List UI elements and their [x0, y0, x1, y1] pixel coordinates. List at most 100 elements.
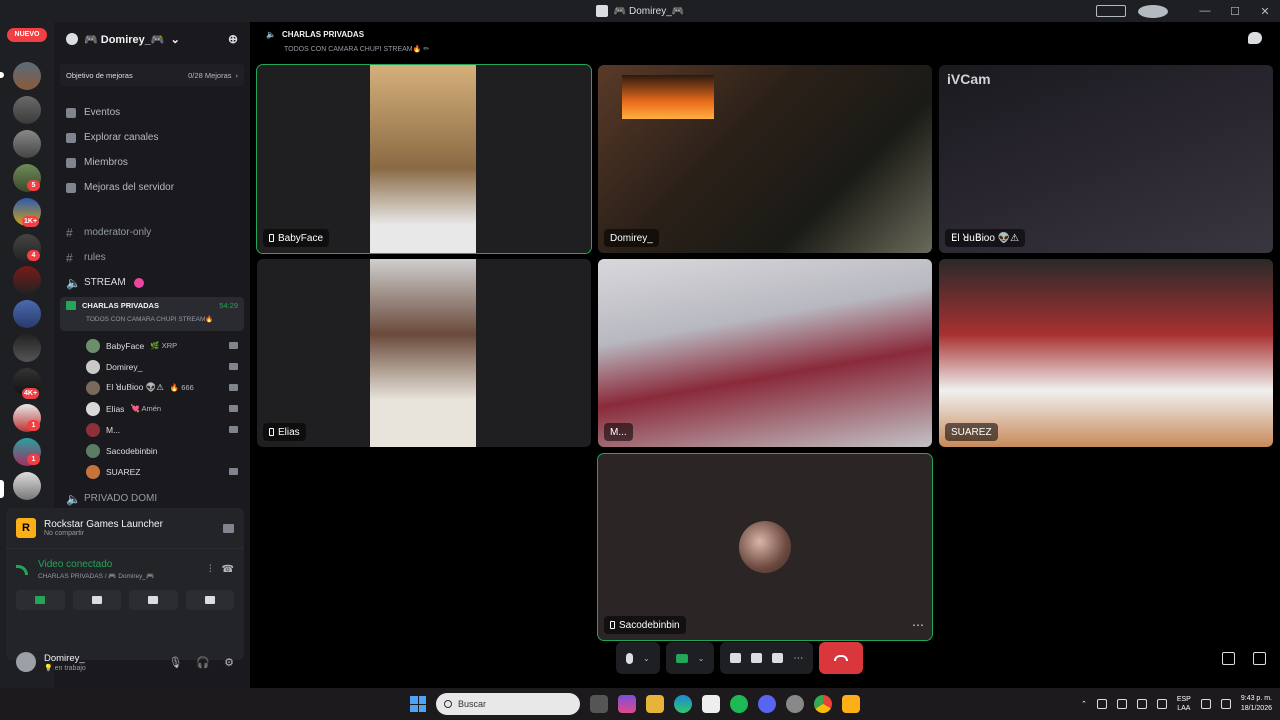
camera-button[interactable] [16, 590, 65, 610]
chevron-down-icon[interactable]: ⌄ [698, 654, 705, 663]
edge-icon[interactable] [674, 695, 692, 713]
add-user-icon[interactable]: ⊕ [228, 32, 238, 46]
share-screen-button[interactable] [72, 590, 121, 610]
spotify-icon[interactable] [730, 695, 748, 713]
voice-member[interactable]: M... [54, 419, 250, 440]
call-controls: ⌄ ⌄ ⋯ [616, 642, 864, 674]
voice-member[interactable]: Sacodebinbin [54, 440, 250, 461]
screen-share-icon[interactable] [730, 653, 742, 663]
video-tile-babyface[interactable]: BabyFace [256, 64, 592, 254]
channel-moderator-only[interactable]: # moderator-only [54, 220, 250, 245]
steam-icon[interactable] [786, 695, 804, 713]
disconnect-icon[interactable]: ☎ [222, 564, 234, 575]
video-tile-sacodebinbin[interactable]: Sacodebinbin ⋯ [597, 453, 933, 641]
tray-icon[interactable] [1096, 699, 1107, 709]
fullscreen-icon[interactable] [1253, 652, 1266, 665]
video-tile-domirey[interactable]: Domirey_ [598, 65, 932, 253]
close-button[interactable]: ✕ [1250, 5, 1280, 18]
soundboard-button[interactable] [185, 590, 234, 610]
gear-icon[interactable]: ⚙ [224, 656, 234, 669]
avatar [86, 464, 100, 479]
taskbar-search[interactable]: Buscar [436, 693, 580, 715]
server-icon-domirey[interactable] [13, 472, 41, 500]
mic-tray-icon[interactable] [1156, 699, 1167, 709]
windows-start-icon[interactable] [410, 696, 426, 712]
voice-member[interactable]: Domirey_ [54, 356, 250, 377]
chevron-up-icon[interactable]: ⌃ [1081, 700, 1087, 708]
network-icon[interactable] [1200, 699, 1211, 709]
voice-member[interactable]: ꓰl ꓤuꓐᎥoo 👽⚠ 🔥 666 [54, 377, 250, 398]
voice-member[interactable]: BabyFace 🌿 XRP [54, 335, 250, 356]
store-icon[interactable] [702, 695, 720, 713]
discord-icon[interactable] [758, 695, 776, 713]
video-tile-m[interactable]: M... [598, 259, 932, 447]
onedrive-icon[interactable] [1116, 699, 1127, 709]
headphones-icon[interactable]: 🎧 [196, 656, 210, 669]
more-options-icon[interactable]: ⋯ [912, 618, 924, 632]
more-icon[interactable]: ⋯ [793, 653, 803, 664]
boost-goal[interactable]: Objetivo de mejoras 0/28 Mejoras › [60, 64, 244, 86]
avatar[interactable] [16, 652, 36, 672]
minimize-button[interactable]: — [1190, 5, 1220, 17]
language-indicator[interactable]: ESP LAA [1177, 695, 1191, 713]
screen-share-icon[interactable] [223, 523, 234, 533]
camera-icon [229, 342, 238, 349]
video-tile-elias[interactable]: Elias [257, 259, 591, 447]
server-icon[interactable] [13, 300, 41, 328]
voice-member[interactable]: SUAREZ [54, 461, 250, 482]
server-icon[interactable] [13, 130, 41, 158]
chevron-down-icon[interactable]: ⌄ [643, 654, 650, 663]
folder-icon[interactable] [646, 695, 664, 713]
menu-label: Mejoras del servidor [84, 182, 175, 193]
channel-label: CHARLAS PRIVADAS [82, 301, 159, 310]
server-icon[interactable] [13, 266, 41, 294]
clock[interactable]: 9:43 p. m. 18/1/2026 [1241, 694, 1272, 714]
server-icon[interactable] [13, 62, 41, 90]
activities-button[interactable] [129, 590, 178, 610]
channel-charlas-privadas[interactable]: CHARLAS PRIVADAS 54:29 TODOS CON CAMARA … [60, 297, 244, 331]
maximize-button[interactable]: ☐ [1220, 5, 1250, 18]
menu-item-explore[interactable]: Explorar canales [54, 125, 250, 150]
chevron-down-icon: ⌄ [170, 33, 180, 46]
speaker-icon: 🔈 [66, 275, 81, 290]
member-name: SUAREZ [106, 466, 141, 477]
camera-icon [229, 384, 238, 391]
chat-icon[interactable] [1248, 32, 1262, 44]
server-icon[interactable] [13, 334, 41, 362]
guild-name: 🎮 Domirey_🎮 [84, 33, 165, 46]
voice-member[interactable]: Elias 💘 Amén [54, 398, 250, 419]
wifi-icon[interactable] [1136, 699, 1147, 709]
voice-panel: R Rockstar Games Launcher No compartir V… [6, 508, 244, 660]
noise-suppression-icon[interactable]: ⫶ [209, 564, 212, 575]
video-tile-suarez[interactable]: SUAREZ [939, 259, 1273, 447]
mic-toggle[interactable]: ⌄ [616, 642, 660, 674]
menu-item-events[interactable]: Eventos [54, 100, 250, 125]
channel-rules[interactable]: # rules [54, 245, 250, 270]
camera-toggle[interactable]: ⌄ [665, 642, 715, 674]
soundboard-icon[interactable] [772, 653, 784, 663]
task-view-icon[interactable] [590, 695, 608, 713]
chrome-icon[interactable] [814, 695, 832, 713]
connection-title: Video conectado [38, 559, 113, 570]
tile-label: BabyFace [263, 229, 330, 247]
pop-out-icon[interactable] [1222, 652, 1235, 665]
menu-item-members[interactable]: Miembros [54, 150, 250, 175]
mic-icon[interactable]: 🎙 [168, 656, 182, 669]
server-icon[interactable] [13, 96, 41, 124]
menu-item-boosts[interactable]: Mejoras del servidor [54, 175, 250, 200]
mention-badge: 1 [27, 454, 40, 465]
volume-icon[interactable] [1220, 699, 1231, 709]
guild-header[interactable]: 🎮 Domirey_🎮 ⌄ ⊕ [54, 22, 250, 56]
chevron-right-icon: › [235, 70, 239, 80]
rockstar-icon[interactable] [842, 695, 860, 713]
avatar [86, 338, 100, 353]
channel-stream[interactable]: 🔈 STREAM [54, 270, 250, 295]
discord-icon [595, 5, 608, 17]
ms365-icon[interactable] [618, 695, 636, 713]
search-icon [444, 700, 452, 708]
activities-icon[interactable] [751, 653, 763, 663]
video-tile-rubioo[interactable]: iVCam ꓰl ꓤuꓐᎥoo 👽⚠ [939, 65, 1273, 253]
help-icon[interactable]: ? [1138, 4, 1168, 18]
inbox-icon[interactable] [1096, 5, 1126, 17]
hang-up-button[interactable] [819, 642, 864, 674]
